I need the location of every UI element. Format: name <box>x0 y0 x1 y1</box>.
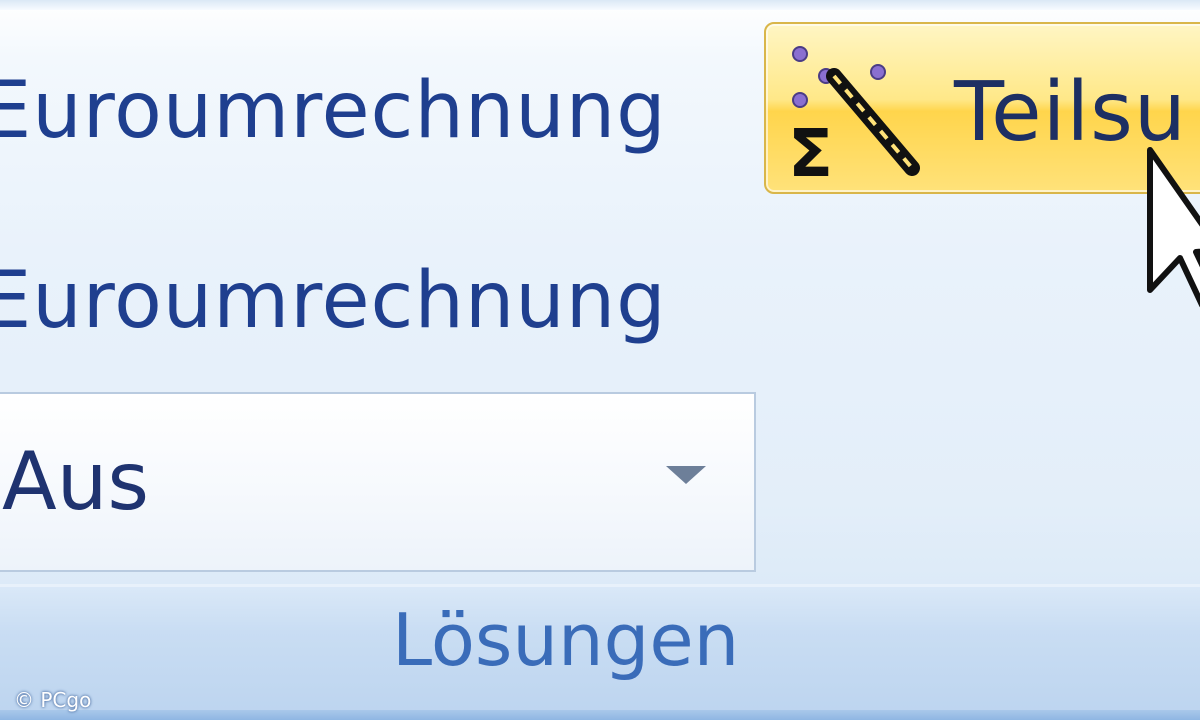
subtotal-button[interactable]: Σ Teilsu <box>764 22 1200 194</box>
group-title: Lösungen <box>392 598 740 682</box>
svg-text:Σ: Σ <box>788 115 833 186</box>
watermark: © PCgo <box>14 688 92 712</box>
euro-conversion-command[interactable]: Euroumrechnung <box>0 72 667 150</box>
mouse-cursor-icon <box>1147 147 1200 308</box>
dropdown-selected-value: Aus <box>2 435 150 528</box>
ribbon-panel: Euroumrechnung Euroumrechnung Σ Teilsu A… <box>0 0 1200 720</box>
ribbon-group-footer: Lösungen <box>0 584 1200 720</box>
subtotal-sigma-icon: Σ <box>788 46 920 186</box>
settings-dropdown[interactable]: Aus <box>0 392 756 572</box>
euro-conversion-command-2[interactable]: Euroumrechnung <box>0 262 667 340</box>
chevron-down-icon[interactable] <box>666 466 706 484</box>
